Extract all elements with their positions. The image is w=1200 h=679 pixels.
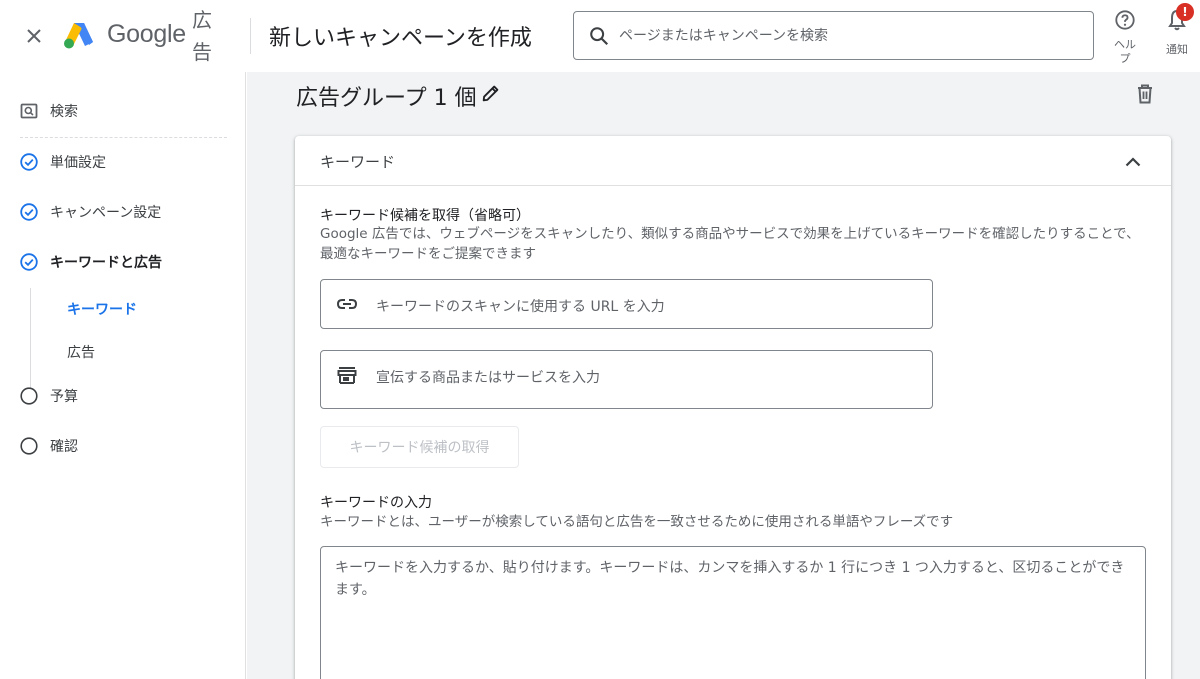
suggest-title: キーワード候補を取得（省略可） [320, 208, 530, 224]
sidebar-item-budget[interactable]: 予算 [0, 378, 246, 414]
keywords-card: キーワード キーワード候補を取得（省略可） Google 広告では、ウェブページ… [295, 136, 1171, 679]
sidebar-item-keywords-and-ads[interactable]: キーワードと広告 [0, 244, 246, 280]
sub-nav-line [30, 288, 31, 388]
product-field[interactable]: 宣伝する商品またはサービスを入力 [320, 350, 933, 409]
notifications-button[interactable]: ! 通知 [1160, 3, 1194, 57]
header-divider [250, 18, 251, 54]
enter-keywords-description: キーワードとは、ユーザーが検索している語句と広告を一致させるために使用される単語… [320, 514, 954, 530]
ad-group-title: 広告グループ 1 個 [296, 86, 477, 111]
suggest-description: Google 広告では、ウェブページをスキャンしたり、類似する商品やサービスで効… [320, 226, 1140, 262]
notifications-label: 通知 [1166, 43, 1188, 56]
url-placeholder: キーワードのスキャンに使用する URL を入力 [376, 299, 665, 315]
main-content: 広告グループ 1 個 キーワード キーワード候補を取得（省略可） Google … [247, 72, 1200, 679]
sidebar-item-label: 確認 [50, 439, 78, 455]
trash-icon[interactable] [1133, 82, 1157, 106]
url-field[interactable]: キーワードのスキャンに使用する URL を入力 [320, 279, 933, 329]
help-label: ヘルプ [1114, 38, 1136, 65]
help-button[interactable]: ヘルプ [1110, 9, 1140, 66]
empty-circle-icon [20, 437, 38, 455]
close-icon [27, 29, 41, 43]
search-box[interactable] [573, 11, 1094, 60]
help-icon [1115, 10, 1135, 30]
get-keyword-ideas-button[interactable]: キーワード候補の取得 [320, 426, 519, 468]
keywords-placeholder: キーワードを入力するか、貼り付けます。キーワードは、カンマを挿入するか 1 行に… [335, 560, 1125, 598]
card-title: キーワード [320, 153, 396, 171]
chevron-up-icon[interactable] [1121, 150, 1145, 174]
brand-suffix: 広告 [192, 8, 212, 64]
sidebar-item-label: キーワードと広告 [50, 255, 162, 271]
sidebar-item-search[interactable]: 検索 [0, 93, 246, 129]
sidebar-item-label: 予算 [50, 389, 78, 405]
check-circle-icon [20, 153, 38, 171]
sidebar-subitem-keywords[interactable]: キーワード [67, 299, 137, 319]
sidebar-subitem-ads[interactable]: 広告 [67, 342, 95, 362]
keywords-textarea[interactable]: キーワードを入力するか、貼り付けます。キーワードは、カンマを挿入するか 1 行に… [320, 546, 1146, 679]
empty-circle-icon [20, 387, 38, 405]
google-ads-logo [64, 23, 93, 49]
notification-badge: ! [1176, 3, 1194, 21]
search-box-icon [20, 103, 38, 119]
check-circle-icon [20, 253, 38, 271]
card-header[interactable]: キーワード [295, 136, 1171, 186]
link-icon [336, 299, 358, 309]
pencil-icon[interactable] [480, 82, 502, 104]
close-button[interactable] [20, 22, 48, 50]
check-circle-icon [20, 203, 38, 221]
sidebar: 検索 単価設定 キャンペーン設定 キーワードと広告 キーワード 広告 予算 確認 [0, 72, 246, 679]
page-title: 新しいキャンペーンを作成 [269, 26, 532, 51]
sidebar-item-review[interactable]: 確認 [0, 428, 246, 464]
top-bar: Google 広告 新しいキャンペーンを作成 ヘルプ ! 通知 [0, 0, 1200, 72]
search-input[interactable] [619, 24, 1079, 48]
sidebar-item-label: 検索 [50, 104, 78, 120]
sidebar-item-label: 単価設定 [50, 155, 106, 171]
enter-keywords-title: キーワードの入力 [320, 495, 432, 511]
store-icon [337, 367, 357, 384]
sidebar-item-campaign-settings[interactable]: キャンペーン設定 [0, 194, 246, 230]
brand-name: Google [107, 20, 186, 48]
sidebar-item-label: キャンペーン設定 [50, 205, 162, 221]
search-icon [590, 27, 609, 46]
sidebar-item-bidding[interactable]: 単価設定 [0, 144, 246, 180]
product-placeholder: 宣伝する商品またはサービスを入力 [376, 370, 600, 386]
sidebar-divider [20, 137, 227, 138]
